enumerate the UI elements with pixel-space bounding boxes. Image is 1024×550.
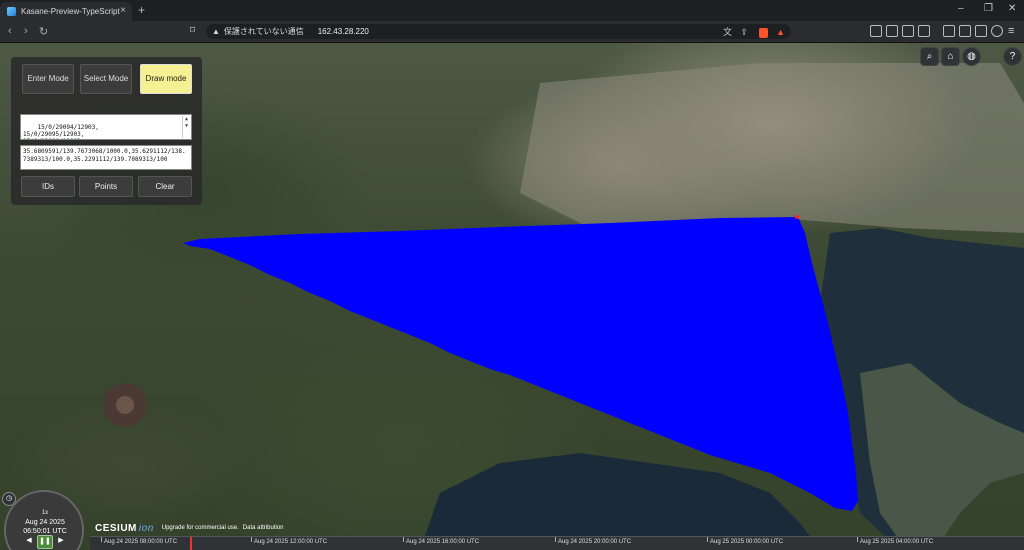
timeline-tick: Aug 24 2025 16:00:00 UTC <box>402 537 480 545</box>
ids-text: 15/0/29094/12903, 15/0/29095/12903, 15/0… <box>23 124 99 139</box>
animation-speed: 1x <box>41 510 49 516</box>
address-bar[interactable]: ▲ 保護されていない通信 162.43.28.220 文 ⇪ ▲ <box>206 24 791 39</box>
draw-mode-button[interactable]: Draw mode <box>140 64 192 94</box>
geocoder-search-icon[interactable]: ⌕ <box>920 47 939 66</box>
credits-bar: CESIUM ion Upgrade for commercial use. Da… <box>95 521 284 535</box>
timeline-needle[interactable] <box>190 537 192 550</box>
timeline-tick: Aug 24 2025 12:00:00 UTC <box>250 537 328 545</box>
minimize-button[interactable]: – <box>958 3 964 14</box>
browser-tab-bar: Kasane-Preview-TypeScript × + – ❐ ✕ <box>0 0 1024 21</box>
ids-textarea[interactable]: 15/0/29094/12903, 15/0/29095/12903, 15/0… <box>20 114 192 140</box>
scene-mode-globe-icon[interactable]: ◍ <box>962 47 981 66</box>
help-icon[interactable]: ? <box>1003 47 1022 66</box>
home-icon[interactable]: ⌂ <box>941 47 960 66</box>
bookmark-icon[interactable]: ⌑ <box>190 25 195 36</box>
browser-tab[interactable]: Kasane-Preview-TypeScript × <box>0 2 132 21</box>
ids-button[interactable]: IDs <box>21 176 75 197</box>
points-text: 35.6809591/139.7673068/1000.0,35.6291112… <box>23 148 186 163</box>
points-button[interactable]: Points <box>79 176 133 197</box>
tab-close-icon[interactable]: × <box>120 5 126 16</box>
tab-title: Kasane-Preview-TypeScript <box>21 7 120 16</box>
clear-button[interactable]: Clear <box>138 176 192 197</box>
rewards-icon[interactable]: ▲ <box>776 27 785 37</box>
security-label: 保護されていない通信 <box>223 27 304 36</box>
enter-mode-button[interactable]: Enter Mode <box>22 64 74 94</box>
cesium-ion-logo[interactable]: CESIUM ion <box>95 523 154 534</box>
new-tab-button[interactable]: + <box>138 3 145 17</box>
play-reverse-icon[interactable]: ◀ <box>22 535 36 547</box>
select-mode-button[interactable]: Select Mode <box>80 64 132 94</box>
media-icon[interactable] <box>918 25 930 37</box>
warning-icon: ▲ <box>212 27 220 36</box>
vpn-icon[interactable] <box>991 25 1003 37</box>
data-attribution-link[interactable]: Data attribution <box>243 525 284 531</box>
sidebar-icon[interactable] <box>943 25 955 37</box>
ai-icon[interactable] <box>975 25 987 37</box>
timeline-tick: Aug 25 2025 04:00:00 UTC <box>856 537 934 545</box>
polygon-vertex-marker <box>795 215 799 219</box>
menu-icon[interactable]: ≡ <box>1008 25 1014 37</box>
puzzle-icon[interactable] <box>902 25 914 37</box>
animation-widget: 1x Aug 24 2025 06:50:01 UTC ◀ ❚❚ ▶ <box>0 484 90 550</box>
extension-icon[interactable] <box>870 25 882 37</box>
browser-toolbar: ‹ › ↻ ⌑ ▲ 保護されていない通信 162.43.28.220 文 ⇪ ▲… <box>0 21 1024 43</box>
urban-area <box>520 63 1024 233</box>
omnibox-actions: 文 ⇪ ▲ <box>723 25 785 38</box>
brave-shield-icon[interactable] <box>758 27 768 38</box>
translate-icon[interactable]: 文 <box>723 27 732 37</box>
timeline-tick: Aug 25 2025 00:00:00 UTC <box>706 537 784 545</box>
upgrade-link[interactable]: Upgrade for commercial use. <box>162 525 239 531</box>
favicon-icon <box>7 7 16 16</box>
back-icon[interactable]: ‹ <box>8 25 12 37</box>
wallet-icon[interactable] <box>959 25 971 37</box>
animation-time: 06:50:01 UTC <box>23 528 67 535</box>
control-panel: Enter Mode Select Mode Draw mode 15/0/29… <box>11 57 202 205</box>
timeline-tick: Aug 24 2025 08:00:00 UTC <box>100 537 178 545</box>
points-textarea[interactable]: 35.6809591/139.7673068/1000.0,35.6291112… <box>20 145 192 170</box>
ids-scrollbar[interactable]: ▲ ▼ <box>182 116 190 138</box>
address-text: 162.43.28.220 <box>317 27 369 36</box>
share-icon[interactable]: ⇪ <box>741 27 749 37</box>
reload-icon[interactable]: ↻ <box>39 25 48 38</box>
timeline-tick: Aug 24 2025 20:00:00 UTC <box>554 537 632 545</box>
timeline[interactable]: Aug 24 2025 08:00:00 UTC Aug 24 2025 12:… <box>90 536 1024 550</box>
pause-icon[interactable]: ❚❚ <box>37 535 53 549</box>
play-forward-icon[interactable]: ▶ <box>54 535 68 547</box>
maximize-button[interactable]: ❐ <box>984 3 993 14</box>
pen-icon[interactable] <box>886 25 898 37</box>
forward-icon[interactable]: › <box>24 25 28 37</box>
window-close-button[interactable]: ✕ <box>1008 3 1016 14</box>
animation-date: Aug 24 2025 <box>25 519 65 526</box>
